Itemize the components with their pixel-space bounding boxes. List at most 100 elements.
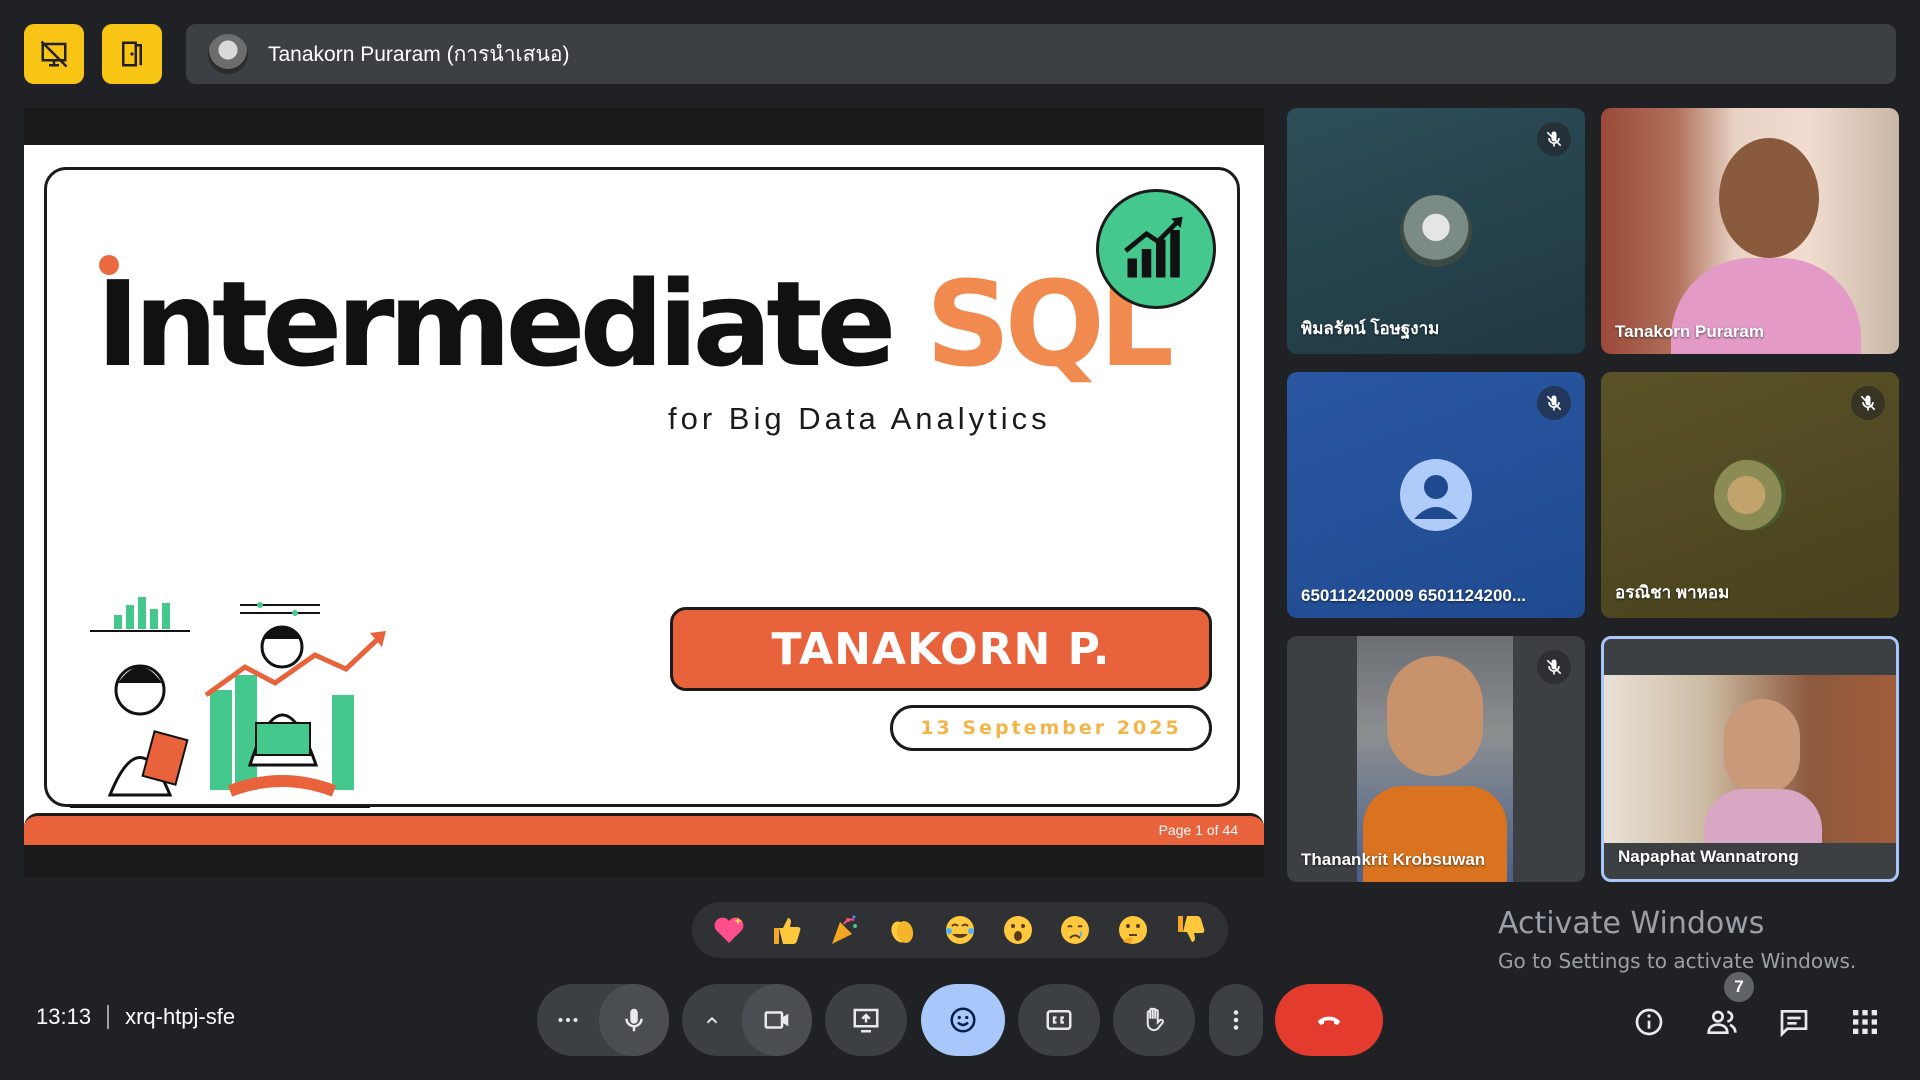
default-avatar-icon (1400, 459, 1472, 531)
meeting-code: xrq-htpj-sfe (125, 1004, 236, 1029)
presenter-avatar (208, 34, 248, 74)
participant-tile[interactable]: พิมลรัตน์ โอษฐงาม (1287, 108, 1585, 354)
reaction-thumbs-up[interactable] (765, 908, 809, 952)
participant-count-badge: 7 (1724, 972, 1754, 1002)
leave-call-button[interactable] (1275, 984, 1383, 1056)
participant-name: พิมลรัตน์ โอษฐงาม (1301, 319, 1440, 338)
more-vertical-icon (1233, 1010, 1239, 1030)
more-horizontal-icon (558, 1018, 578, 1022)
mic-off-icon (1537, 386, 1571, 420)
reaction-clapping-hands[interactable] (880, 908, 924, 952)
present-screen-icon (853, 1008, 879, 1033)
chevron-up-icon (706, 1016, 718, 1024)
presenter-name-box: TANAKORN P. (670, 607, 1212, 691)
date-box: 13 September 2025 (890, 705, 1212, 751)
raise-hand-icon (1146, 1007, 1164, 1031)
microphone-button[interactable] (599, 984, 669, 1056)
meeting-time: 13:13 (36, 1004, 92, 1029)
participant-avatar (1714, 459, 1786, 531)
meeting-info: 13:13 xrq-htpj-sfe (36, 1004, 235, 1030)
participant-tile[interactable]: Thanankrit Krobsuwan (1287, 636, 1585, 882)
person-face (1724, 699, 1800, 795)
participant-name: Thanankrit Krobsuwan (1301, 850, 1486, 869)
video-options-button[interactable] (682, 984, 742, 1056)
exit-door-icon (122, 41, 142, 67)
mic-off-icon (1851, 386, 1885, 420)
reaction-crying-face[interactable] (1053, 908, 1097, 952)
thinking-face-icon (1119, 916, 1148, 944)
slide-footer: Page 1 of 44 (24, 813, 1264, 845)
slide-title-main: Intermediate (96, 255, 926, 393)
crying-face-icon (1061, 916, 1090, 944)
leave-presentation-button[interactable] (102, 24, 162, 84)
presentation-stage[interactable]: Intermediate SQL for Big Data Analytics (24, 108, 1264, 878)
activate-title: Activate Windows (1498, 906, 1765, 941)
activate-subtitle: Go to Settings to activate Windows. (1498, 949, 1857, 973)
info-icon (1635, 1008, 1663, 1036)
activate-windows-watermark: Activate Windows Go to Settings to activ… (1498, 906, 1856, 973)
thumbs-up-icon (773, 918, 801, 944)
clapping-hands-icon (891, 921, 914, 943)
sparkling-heart-icon (714, 917, 744, 943)
people-button[interactable] (1700, 1000, 1744, 1044)
people-icon (1707, 1010, 1737, 1034)
tears-of-joy-icon (945, 916, 974, 944)
chat-button[interactable] (1772, 1000, 1816, 1044)
stop-presenting-button[interactable] (24, 24, 84, 84)
reaction-open-mouth[interactable] (996, 908, 1040, 952)
reaction-thumbs-down[interactable] (1169, 908, 1213, 952)
participant-tile[interactable]: 650112420009 6501124200... (1287, 372, 1585, 618)
mic-off-icon (1537, 122, 1571, 156)
slide-date: 13 September 2025 (920, 717, 1182, 739)
reaction-sparkling-heart[interactable] (707, 908, 751, 952)
thumbs-down-icon (1178, 916, 1205, 942)
party-popper-icon (832, 915, 858, 944)
present-screen-button[interactable] (825, 984, 907, 1056)
presenter-banner: Tanakorn Puraram (การนำเสนอ) (186, 24, 1896, 84)
apps-grid-icon (1853, 1010, 1877, 1034)
video-control-group (682, 984, 812, 1056)
person-face (1719, 138, 1819, 258)
participant-name: Tanakorn Puraram (1615, 322, 1764, 341)
participant-tile-active-speaker[interactable]: Napaphat Wannatrong (1601, 636, 1899, 882)
camera-icon (764, 1011, 789, 1029)
audio-options-button[interactable] (537, 984, 599, 1056)
person-shirt (1704, 789, 1822, 843)
emoji-icon (950, 1007, 976, 1033)
hang-up-icon (1317, 1016, 1341, 1025)
analysts-illustration (70, 597, 386, 808)
reaction-party-popper[interactable] (822, 908, 866, 952)
camera-button[interactable] (742, 984, 812, 1056)
closed-captions-icon (1046, 1010, 1072, 1030)
participant-name: อรณิชา พาหอม (1615, 583, 1730, 602)
reactions-button[interactable] (921, 984, 1005, 1056)
slide-subtitle: for Big Data Analytics (668, 401, 1051, 436)
mic-off-icon (1537, 650, 1571, 684)
activities-button[interactable] (1843, 1000, 1887, 1044)
reaction-tears-of-joy[interactable] (938, 908, 982, 952)
reaction-thinking-face[interactable] (1111, 908, 1155, 952)
participant-tile[interactable]: Tanakorn Puraram (1601, 108, 1899, 354)
chart-logo-icon (1096, 189, 1216, 309)
raise-hand-button[interactable] (1113, 984, 1195, 1056)
reactions-bar (692, 902, 1228, 958)
open-mouth-icon (1003, 916, 1032, 944)
more-options-button[interactable] (1209, 984, 1263, 1056)
meet-window: Tanakorn Puraram (การนำเสนอ) Intermediat… (0, 0, 1920, 1080)
chat-icon (1780, 1010, 1808, 1038)
microphone-icon (625, 1008, 643, 1032)
presenter-label: Tanakorn Puraram (การนำเสนอ) (268, 42, 570, 66)
slide: Intermediate SQL for Big Data Analytics (24, 145, 1264, 845)
participant-name: 650112420009 6501124200... (1301, 586, 1527, 605)
slide-title: Intermediate SQL (96, 255, 1174, 393)
divider (107, 1005, 110, 1029)
person-face (1387, 656, 1483, 776)
participant-avatar (1400, 195, 1472, 267)
participant-tile[interactable]: อรณิชา พาหอม (1601, 372, 1899, 618)
captions-button[interactable] (1018, 984, 1100, 1056)
participant-name: Napaphat Wannatrong (1618, 847, 1799, 866)
presentation-off-icon (40, 40, 68, 68)
page-indicator: Page 1 of 44 (1158, 822, 1238, 838)
meeting-details-button[interactable] (1627, 1000, 1671, 1044)
audio-control-group (537, 984, 669, 1056)
